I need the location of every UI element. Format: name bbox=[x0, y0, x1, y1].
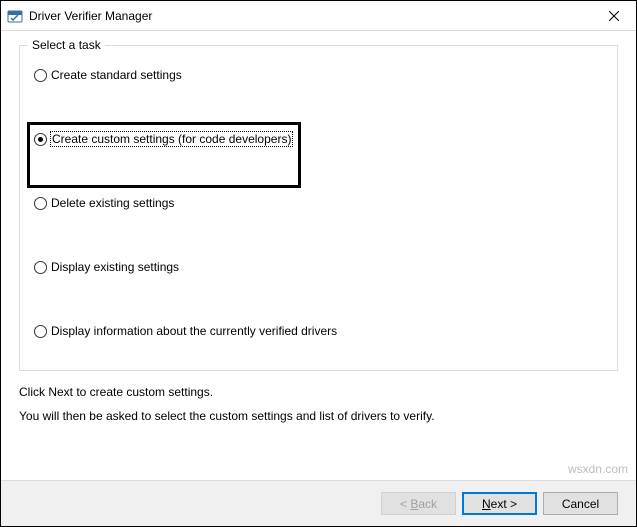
button-bar: < Back Next > Cancel bbox=[1, 480, 636, 526]
task-groupbox: Select a task Create standard settings C… bbox=[19, 45, 618, 371]
radio-display-existing[interactable]: Display existing settings bbox=[34, 260, 603, 274]
radio-icon bbox=[34, 197, 47, 210]
content-area: Select a task Create standard settings C… bbox=[1, 31, 636, 480]
close-button[interactable] bbox=[591, 1, 636, 31]
groupbox-legend: Select a task bbox=[28, 38, 105, 52]
cancel-button-label: Cancel bbox=[562, 497, 599, 511]
window-title: Driver Verifier Manager bbox=[29, 9, 591, 23]
radio-create-custom[interactable]: Create custom settings (for code develop… bbox=[34, 132, 603, 146]
radio-label: Create custom settings (for code develop… bbox=[51, 132, 292, 146]
next-button-label: Next > bbox=[482, 497, 517, 511]
next-button[interactable]: Next > bbox=[462, 492, 537, 515]
radio-label: Display information about the currently … bbox=[51, 324, 337, 338]
app-icon bbox=[7, 8, 23, 24]
instruction-line-2: You will then be asked to select the cus… bbox=[19, 409, 618, 423]
radio-create-standard[interactable]: Create standard settings bbox=[34, 68, 603, 82]
cancel-button[interactable]: Cancel bbox=[543, 492, 618, 515]
back-button: < Back bbox=[381, 492, 456, 515]
radio-icon bbox=[34, 69, 47, 82]
radio-label: Delete existing settings bbox=[51, 196, 174, 210]
radio-icon bbox=[34, 325, 47, 338]
radio-icon bbox=[34, 133, 47, 146]
titlebar: Driver Verifier Manager bbox=[1, 1, 636, 31]
back-button-label: < Back bbox=[400, 497, 437, 511]
radio-label: Create standard settings bbox=[51, 68, 182, 82]
radio-label: Display existing settings bbox=[51, 260, 179, 274]
instructions: Click Next to create custom settings. Yo… bbox=[19, 385, 618, 423]
radio-display-info[interactable]: Display information about the currently … bbox=[34, 324, 603, 338]
radio-delete-existing[interactable]: Delete existing settings bbox=[34, 196, 603, 210]
instruction-line-1: Click Next to create custom settings. bbox=[19, 385, 618, 399]
radio-icon bbox=[34, 261, 47, 274]
